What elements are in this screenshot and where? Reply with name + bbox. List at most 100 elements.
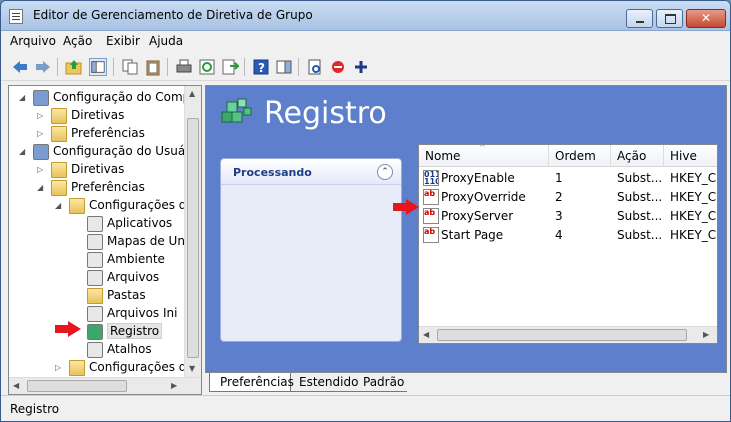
tree-item[interactable]: Registro <box>9 323 184 341</box>
tree-item[interactable]: Arquivos Ini <box>9 305 184 323</box>
cell-hive: HKEY_CU <box>670 209 717 223</box>
registry-cubes-icon <box>221 98 252 123</box>
tree-item[interactable]: Atalhos <box>9 341 184 359</box>
menu-arquivo[interactable]: Arquivo <box>10 34 56 48</box>
expand-arrow-icon[interactable]: ▷ <box>37 165 46 174</box>
close-button[interactable] <box>686 9 726 28</box>
details-pane: Registro Processando ⌃ Nome ^ Ordem Ação… <box>205 85 727 373</box>
column-divider[interactable] <box>548 145 549 167</box>
title-bar[interactable]: Editor de Gerenciamento de Diretiva de G… <box>1 1 730 31</box>
add-icon[interactable] <box>352 58 370 76</box>
column-header-action[interactable]: Ação <box>617 149 646 163</box>
collapse-arrow-icon[interactable]: ◢ <box>19 93 28 102</box>
cell-action: Subst... <box>617 209 663 223</box>
list-horizontal-scrollbar[interactable]: ◀ ▶ <box>419 326 717 343</box>
copy-icon[interactable] <box>121 58 139 76</box>
back-arrow-icon[interactable] <box>11 58 29 76</box>
scroll-up-icon[interactable]: ▲ <box>189 89 195 98</box>
tab-padrao[interactable]: Padrão <box>357 373 407 392</box>
list-item[interactable]: abStart Page 4 Subst... HKEY_CU <box>419 226 717 245</box>
cell-order: 2 <box>555 190 563 204</box>
tree-vertical-scrollbar[interactable]: ▲ ▼ <box>184 86 201 377</box>
tree-item-label: Configurações do <box>89 198 194 212</box>
scroll-thumb[interactable] <box>27 380 127 392</box>
environment-icon <box>87 252 103 268</box>
tree-item-label: Preferências <box>71 180 145 194</box>
string-value-icon: ab <box>423 189 439 205</box>
scroll-right-icon[interactable]: ▶ <box>703 330 709 339</box>
list-item[interactable]: abProxyOverride 2 Subst... HKEY_CU <box>419 188 717 207</box>
menu-bar: Arquivo Ação Exibir Ajuda <box>1 31 730 53</box>
tree-item[interactable]: ▷ Diretivas <box>9 161 184 179</box>
console-tree[interactable]: ◢ Configuração do Compu ▷ Diretivas ▷ Preferê… <box>8 85 202 395</box>
cell-action: Subst... <box>617 171 663 185</box>
tree-item[interactable]: Pastas <box>9 287 184 305</box>
tree-item-label: Ambiente <box>107 252 165 266</box>
menu-exibir[interactable]: Exibir <box>106 34 140 48</box>
tree-item[interactable]: ▷ Diretivas <box>9 107 184 125</box>
column-divider[interactable] <box>663 145 664 167</box>
scroll-thumb[interactable] <box>187 118 199 358</box>
files-icon <box>87 270 103 286</box>
list-item[interactable]: abProxyServer 3 Subst... HKEY_CU <box>419 207 717 226</box>
tree-item-label: Configurações do <box>89 360 194 374</box>
page-title: Registro <box>264 96 387 131</box>
properties-icon[interactable] <box>306 58 324 76</box>
menu-acao[interactable]: Ação <box>63 34 92 48</box>
tree-item[interactable]: Arquivos <box>9 269 184 287</box>
list-item[interactable]: 011 110ProxyEnable 1 Subst... HKEY_CU <box>419 169 717 188</box>
tree-item[interactable]: Ambiente <box>9 251 184 269</box>
menu-ajuda[interactable]: Ajuda <box>149 34 183 48</box>
tree-item[interactable]: ▷ Configurações do <box>9 359 194 377</box>
tab-preferencias[interactable]: Preferências <box>209 373 294 392</box>
policy-editor-icon <box>9 9 23 24</box>
tree-item[interactable]: Aplicativos <box>9 215 184 233</box>
up-folder-icon[interactable] <box>65 58 83 76</box>
tree-item[interactable]: ◢ Configuração do Usuário <box>9 143 201 161</box>
scroll-left-icon[interactable]: ◀ <box>13 381 19 390</box>
show-action-pane-icon[interactable] <box>275 58 293 76</box>
minimize-button[interactable] <box>626 9 653 28</box>
stop-icon[interactable] <box>329 58 347 76</box>
column-header-name[interactable]: Nome <box>425 149 460 163</box>
tree-item[interactable]: ◢ Configurações do <box>9 197 194 215</box>
user-icon <box>33 144 49 160</box>
cell-action: Subst... <box>617 190 663 204</box>
tree-item-label: Diretivas <box>71 108 125 122</box>
tree-item[interactable]: Mapas de Uni <box>9 233 188 251</box>
show-hide-tree-icon[interactable] <box>89 58 107 76</box>
collapse-arrow-icon[interactable]: ◢ <box>55 201 64 210</box>
expand-arrow-icon[interactable]: ▷ <box>37 129 46 138</box>
tree-item[interactable]: ◢ Configuração do Compu <box>9 89 198 107</box>
collapse-chevron-icon[interactable]: ⌃ <box>377 164 393 180</box>
export-list-icon[interactable] <box>221 58 239 76</box>
refresh-icon[interactable] <box>198 58 216 76</box>
tree-item-label: Atalhos <box>107 342 152 356</box>
scroll-left-icon[interactable]: ◀ <box>423 330 429 339</box>
expand-arrow-icon[interactable]: ▷ <box>37 111 46 120</box>
registry-items-list[interactable]: Nome ^ Ordem Ação Hive 011 110ProxyEnabl… <box>418 144 718 344</box>
scroll-down-icon[interactable]: ▼ <box>189 364 195 373</box>
paste-icon[interactable] <box>144 58 162 76</box>
red-arrow-annotation <box>393 199 419 215</box>
processing-panel-title: Processando <box>233 166 312 179</box>
cell-name: ProxyServer <box>441 209 514 223</box>
tree-item[interactable]: ▷ Preferências <box>9 125 184 143</box>
tab-estendido[interactable]: Estendido <box>291 373 358 392</box>
scroll-thumb[interactable] <box>437 329 687 341</box>
collapse-arrow-icon[interactable]: ◢ <box>37 183 46 192</box>
processing-panel-header[interactable]: Processando ⌃ <box>221 159 401 185</box>
tree-horizontal-scrollbar[interactable]: ◀ ▶ <box>9 377 201 394</box>
toolbar: ? <box>1 53 730 81</box>
help-icon[interactable]: ? <box>252 58 270 76</box>
column-header-order[interactable]: Ordem <box>555 149 596 163</box>
forward-arrow-icon[interactable] <box>34 58 52 76</box>
scroll-right-icon[interactable]: ▶ <box>171 381 177 390</box>
print-icon[interactable] <box>175 58 193 76</box>
expand-arrow-icon[interactable]: ▷ <box>55 363 64 372</box>
column-header-hive[interactable]: Hive <box>670 149 697 163</box>
collapse-arrow-icon[interactable]: ◢ <box>19 147 28 156</box>
maximize-button[interactable] <box>656 9 683 28</box>
tree-item[interactable]: ◢ Preferências <box>9 179 184 197</box>
column-divider[interactable] <box>610 145 611 167</box>
